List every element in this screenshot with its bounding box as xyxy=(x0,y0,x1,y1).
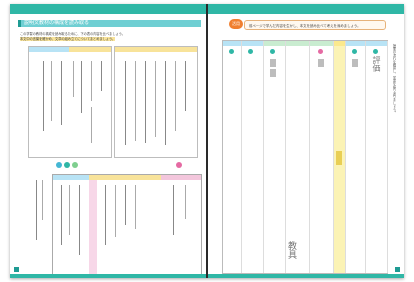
dot-icon xyxy=(318,49,323,54)
marker-circle-2 xyxy=(64,162,70,168)
page-number-right xyxy=(395,267,400,272)
instruction-line-2: 本文中の言葉を確かめ、文章の組み立てについてまとめましょう。 xyxy=(20,36,116,41)
section-heading-text: 説明文教材の構成を読み取る xyxy=(24,20,90,26)
worksheet-grid: 評価 教具 xyxy=(222,40,388,274)
text-panel-left xyxy=(28,46,112,158)
vertical-word-bottom: 教具 xyxy=(286,241,296,259)
panel-header-yellow xyxy=(69,47,111,52)
page-number-left xyxy=(14,267,19,272)
dot-icon xyxy=(229,49,234,54)
section-heading: 説明文教材の構成を読み取る xyxy=(18,20,201,27)
yellow-tag xyxy=(336,151,342,165)
left-page: 説明文教材の構成を読み取る この学習の教材の構成を読み取るために、下の表の内容を… xyxy=(10,4,206,278)
panel-header-blue xyxy=(29,47,69,52)
vertical-word-top: 評価 xyxy=(372,56,381,72)
right-top-band xyxy=(208,4,404,14)
dot-icon xyxy=(248,49,253,54)
bottom-table xyxy=(52,174,202,276)
left-top-band xyxy=(10,4,206,14)
grey-block xyxy=(270,59,276,67)
instruction-box: 前ページで学んだ内容を生かし、本文を読み比べて考えを深めましょう。 xyxy=(244,20,386,30)
marker-circle-4 xyxy=(176,162,182,168)
grey-block xyxy=(352,59,358,67)
right-page: 活用 前ページで学んだ内容を生かし、本文を読み比べて考えを深めましょう。 評価 … xyxy=(208,4,404,278)
grey-block xyxy=(270,69,276,77)
right-bottom-band xyxy=(208,274,404,278)
marker-circle-1 xyxy=(56,162,62,168)
dot-icon xyxy=(373,49,378,54)
marker-circle-3 xyxy=(72,162,78,168)
book-spread: 説明文教材の構成を読み取る この学習の教材の構成を読み取るために、下の表の内容を… xyxy=(10,4,404,278)
dot-icon xyxy=(270,49,275,54)
instruction-line-2-text: 本文中の言葉を確かめ、文章の組み立てについてまとめましょう。 xyxy=(20,37,116,41)
instruction-box-text: 前ページで学んだ内容を生かし、本文を読み比べて考えを深めましょう。 xyxy=(249,23,361,28)
side-note: 授業の流れを確認し、学習を振り返りましょう。 xyxy=(392,44,396,115)
dot-icon xyxy=(352,49,357,54)
panel-header-yellow-2 xyxy=(115,47,197,52)
left-bottom-band xyxy=(10,274,206,278)
grey-block xyxy=(318,59,324,67)
text-panel-right xyxy=(114,46,198,158)
activity-badge: 活用 xyxy=(229,19,243,29)
